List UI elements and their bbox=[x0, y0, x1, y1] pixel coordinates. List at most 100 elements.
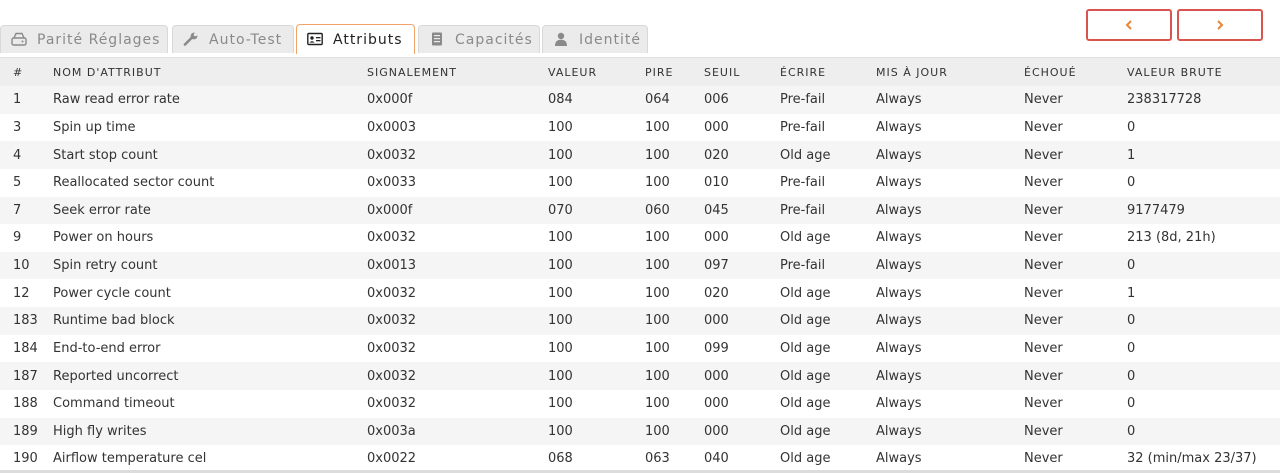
cell-text: Always bbox=[876, 230, 922, 246]
tab-identite[interactable]: Identité bbox=[542, 25, 648, 53]
cell-text: 3 bbox=[13, 119, 22, 135]
cell-text: Never bbox=[1024, 423, 1063, 439]
previous-button[interactable] bbox=[1086, 9, 1172, 41]
cell-raw-value: 1 bbox=[1114, 279, 1280, 307]
table-row: 4 Start stop count 0x0032 100 100 020 Old age A… bbox=[0, 141, 1280, 169]
cell-attribute-name: Spin up time bbox=[40, 113, 354, 142]
cell-attribute-name: Runtime bad block bbox=[40, 307, 354, 335]
cell-type: Pre-fail bbox=[767, 196, 863, 225]
cell-text: 100 bbox=[645, 340, 670, 356]
next-button[interactable] bbox=[1177, 9, 1263, 41]
cell-attribute-name: Power on hours bbox=[40, 224, 354, 252]
cell-id: 3 bbox=[0, 113, 40, 142]
table-row: 12 Power cycle count 0x0032 100 100 020 Old ag… bbox=[0, 279, 1280, 307]
cell-text: 010 bbox=[704, 175, 729, 191]
cell-text: Always bbox=[876, 92, 922, 108]
cell-text: 9 bbox=[13, 230, 22, 246]
cell-raw-value: 32 (min/max 23/37) bbox=[1114, 445, 1280, 473]
cell-threshold: 020 bbox=[691, 279, 767, 307]
cell-text: 0x0032 bbox=[367, 230, 417, 246]
cell-value: 100 bbox=[535, 113, 632, 142]
column-header-type: ÉCRIRE bbox=[767, 57, 863, 86]
cell-text: 0 bbox=[1127, 258, 1136, 274]
cell-flag: 0x0032 bbox=[354, 224, 535, 252]
cell-raw-value: 0 bbox=[1114, 113, 1280, 142]
cell-flag: 0x0032 bbox=[354, 307, 535, 335]
cell-text: Always bbox=[876, 451, 922, 467]
cell-text: 100 bbox=[645, 258, 670, 274]
table-row: 189 High fly writes 0x003a 100 100 000 Old age… bbox=[0, 417, 1280, 446]
cell-text: 099 bbox=[704, 340, 729, 356]
cell-raw-value: 1 bbox=[1114, 141, 1280, 169]
cell-threshold: 000 bbox=[691, 224, 767, 252]
cell-text: 184 bbox=[13, 340, 38, 356]
cell-worst: 100 bbox=[632, 113, 691, 142]
column-header-label: VALEUR bbox=[548, 65, 598, 79]
cell-threshold: 000 bbox=[691, 362, 767, 390]
cell-text: Spin up time bbox=[53, 119, 136, 135]
cell-failed: Never bbox=[1011, 251, 1114, 280]
tab-attributs[interactable]: Attributs bbox=[296, 24, 415, 54]
cell-flag: 0x0033 bbox=[354, 168, 535, 197]
cell-text: Pre-fail bbox=[780, 258, 826, 274]
cell-text: Never bbox=[1024, 92, 1063, 108]
cell-type: Old age bbox=[767, 389, 863, 418]
cell-text: 213 (8d, 21h) bbox=[1127, 230, 1216, 246]
cell-text: 100 bbox=[548, 423, 573, 439]
cell-updated: Always bbox=[863, 141, 1011, 169]
cell-threshold: 010 bbox=[691, 168, 767, 197]
cell-text: 0 bbox=[1127, 340, 1136, 356]
cell-threshold: 045 bbox=[691, 196, 767, 225]
column-header-label: PIRE bbox=[645, 65, 674, 79]
cell-text: Pre-fail bbox=[780, 202, 826, 218]
table-row: 187 Reported uncorrect 0x0032 100 100 000 Old … bbox=[0, 362, 1280, 390]
cell-flag: 0x0022 bbox=[354, 445, 535, 473]
cell-text: 0x0032 bbox=[367, 147, 417, 163]
cell-threshold: 000 bbox=[691, 417, 767, 446]
cell-text: 100 bbox=[548, 147, 573, 163]
cell-text: 000 bbox=[704, 230, 729, 246]
cell-text: 100 bbox=[548, 119, 573, 135]
cell-text: 100 bbox=[548, 230, 573, 246]
cell-text: 189 bbox=[13, 423, 38, 439]
cell-value: 100 bbox=[535, 168, 632, 197]
cell-text: 32 (min/max 23/37) bbox=[1127, 451, 1257, 467]
column-header-updated: MIS À JOUR bbox=[863, 57, 1011, 86]
tab-capacites[interactable]: Capacités bbox=[418, 25, 540, 53]
cell-text: Always bbox=[876, 340, 922, 356]
cell-text: 9177479 bbox=[1127, 202, 1185, 218]
cell-text: 000 bbox=[704, 368, 729, 384]
cell-text: 0x0032 bbox=[367, 396, 417, 412]
cell-text: Old age bbox=[780, 313, 831, 329]
column-header-label: ÉCHOUÉ bbox=[1024, 65, 1077, 79]
tab-parite-reglages[interactable]: Parité Réglages bbox=[0, 25, 168, 53]
cell-attribute-name: High fly writes bbox=[40, 417, 354, 446]
table-row: 3 Spin up time 0x0003 100 100 000 Pre-fail Alwa… bbox=[0, 113, 1280, 142]
cell-text: Old age bbox=[780, 451, 831, 467]
cell-text: 100 bbox=[645, 368, 670, 384]
cell-type: Old age bbox=[767, 279, 863, 307]
tab-label: Attributs bbox=[333, 32, 403, 48]
wrench-icon bbox=[183, 32, 199, 46]
cell-worst: 100 bbox=[632, 417, 691, 446]
cell-updated: Always bbox=[863, 417, 1011, 446]
cell-failed: Never bbox=[1011, 141, 1114, 169]
cell-raw-value: 0 bbox=[1114, 307, 1280, 335]
cell-type: Pre-fail bbox=[767, 86, 863, 114]
cell-raw-value: 0 bbox=[1114, 334, 1280, 363]
column-header-label: NOM D'ATTRIBUT bbox=[53, 65, 162, 79]
cell-text: 100 bbox=[645, 175, 670, 191]
cell-text: Never bbox=[1024, 258, 1063, 274]
tab-auto-test[interactable]: Auto-Test bbox=[172, 25, 294, 53]
column-header-worst: PIRE bbox=[632, 57, 691, 86]
cell-failed: Never bbox=[1011, 168, 1114, 197]
cell-flag: 0x0032 bbox=[354, 362, 535, 390]
cell-threshold: 040 bbox=[691, 445, 767, 473]
cell-attribute-name: Seek error rate bbox=[40, 196, 354, 225]
cell-value: 068 bbox=[535, 445, 632, 473]
cell-text: 100 bbox=[548, 175, 573, 191]
table-row: 5 Reallocated sector count 0x0033 100 100 010… bbox=[0, 168, 1280, 197]
cell-text: Airflow temperature cel bbox=[53, 451, 207, 467]
cell-failed: Never bbox=[1011, 362, 1114, 390]
cell-value: 084 bbox=[535, 86, 632, 114]
